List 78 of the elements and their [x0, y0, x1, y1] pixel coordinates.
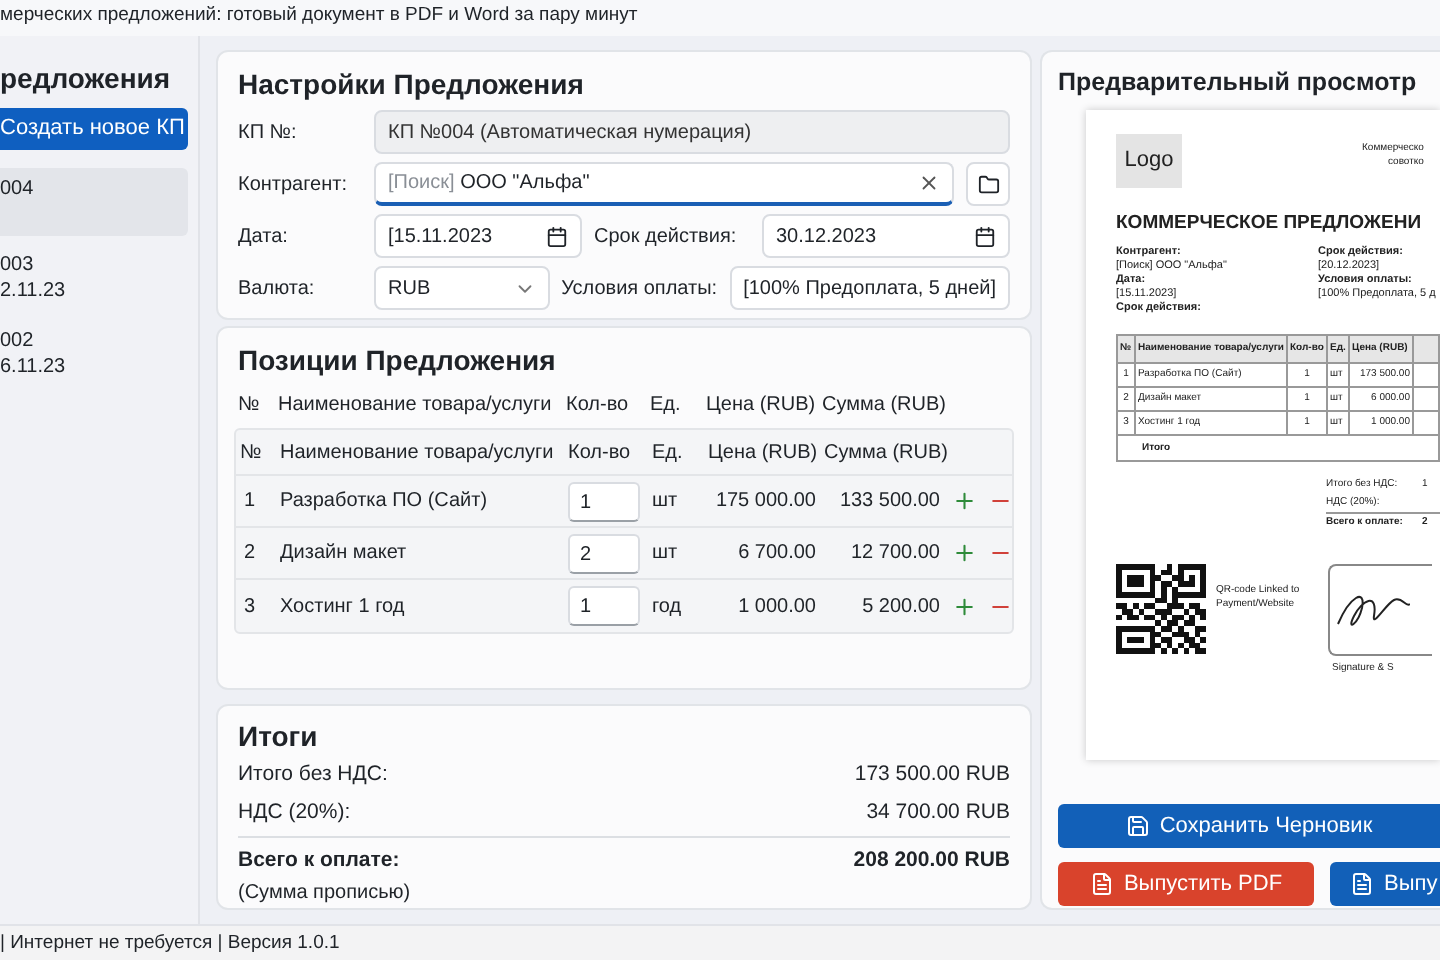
clear-icon[interactable]	[918, 172, 940, 194]
column-label: Ед.	[648, 391, 683, 419]
proposal-item[interactable]: 004	[0, 168, 188, 236]
table-cell-text: шт	[650, 540, 680, 568]
column-label: Кол-во	[564, 391, 631, 419]
table-cell-text: 175 000.00	[713, 488, 818, 516]
save-button[interactable]: Сохранить Черновик	[1058, 804, 1440, 848]
column-label: Цена (RUB)	[704, 391, 818, 419]
proposal-item[interactable]: 003 2.11.23	[0, 244, 188, 312]
field-label: Дата:	[238, 223, 290, 251]
table-cell-text: Разработка ПО (Сайт)	[278, 488, 490, 516]
section-title: Настройки Предложения	[238, 68, 586, 100]
total-value: 208 200.00 RUB	[853, 846, 1010, 876]
totals-label: Итого без НДС:	[238, 759, 388, 790]
status-bar: | Интернет не требуется | Версия 1.0.1	[0, 924, 1440, 960]
document-icon	[1089, 872, 1114, 896]
logo-text: Logo	[1124, 150, 1174, 172]
column-label: №	[236, 391, 262, 419]
calendar-icon[interactable]	[546, 225, 568, 247]
quantity-field[interactable]: 1	[568, 586, 640, 626]
title-bar: мерческих предложений: готовый документ в PDF и Word за пару минут	[0, 0, 1440, 36]
table-cell-text: год	[650, 593, 684, 621]
totals-value: 34 700.00 RUB	[866, 797, 1010, 828]
table-cell-text: 12 700.00	[849, 540, 942, 568]
date-field[interactable]: [15.11.2023	[374, 214, 582, 258]
table-cell-text: 5 200.00	[860, 593, 942, 621]
field-label: Контрагент:	[238, 171, 349, 199]
column-header: Сумма (RUB)	[822, 439, 944, 467]
column-header: Кол-во	[566, 439, 633, 467]
quantity-field[interactable]: 1	[568, 481, 640, 521]
sidebar-title: редложения	[0, 62, 173, 94]
folder-icon	[977, 173, 999, 195]
quantity-field[interactable]: 2	[568, 533, 640, 573]
field-value: [Поиск] ООО "Альфа"	[388, 170, 592, 198]
table-cell-text: Дизайн макет	[278, 540, 409, 568]
table-cell-text: 2	[242, 540, 258, 568]
total-label: Всего к оплате:	[238, 846, 402, 876]
column-label: Сумма (RUB)	[820, 391, 942, 419]
column-header: №	[238, 439, 264, 467]
add-row-icon[interactable]	[952, 593, 977, 619]
folder-button[interactable]	[966, 162, 1010, 206]
column-header: Цена (RUB)	[706, 439, 820, 467]
pdf-button[interactable]: Выпустить PDF	[1058, 862, 1314, 906]
terms-field[interactable]: [100% Предоплата, 5 дней]	[729, 266, 1010, 310]
field-value: [15.11.2023	[388, 223, 495, 251]
table-cell-text: 1	[242, 488, 258, 516]
add-row-icon[interactable]	[952, 540, 977, 566]
amount-in-words: (Сумма прописью)	[238, 879, 411, 908]
section-title: Предварительный просмотр	[1058, 66, 1419, 98]
field-label: КП №:	[238, 119, 299, 147]
column-header: Наименование товара/услуги	[278, 439, 556, 467]
date-field[interactable]: 30.12.2023	[762, 214, 1010, 258]
table-cell-text: Хостинг 1 год	[278, 593, 407, 621]
table-cell-text: 3	[242, 593, 258, 621]
table-cell-text: 133 500.00	[837, 488, 942, 516]
totals-label: НДС (20%):	[238, 797, 351, 828]
counterparty-field[interactable]: [Поиск] ООО "Альфа"	[374, 162, 954, 206]
column-header: Ед.	[650, 439, 685, 467]
field-label: Валюта:	[238, 275, 317, 303]
currency-select[interactable]: RUB	[374, 266, 550, 310]
field-label: Условия оплаты:	[561, 275, 720, 303]
table-cell-text: шт	[650, 488, 680, 516]
add-row-icon[interactable]	[952, 488, 977, 514]
section-title: Позиции Предложения	[236, 344, 558, 376]
word-button[interactable]: Выпу	[1330, 862, 1440, 906]
field-label: Срок действия:	[594, 223, 739, 251]
calendar-icon[interactable]	[974, 225, 996, 247]
table-cell-text: 1 000.00	[736, 593, 818, 621]
column-label: Наименование товара/услуги	[276, 391, 554, 419]
proposal-item[interactable]: 002 6.11.23	[0, 320, 188, 388]
field-value: 30.12.2023	[776, 223, 879, 251]
totals-value: 173 500.00 RUB	[854, 759, 1010, 790]
section-title: Итоги	[238, 720, 320, 752]
table-cell-text: 6 700.00	[736, 540, 818, 568]
qr-code-icon	[1116, 564, 1206, 654]
create-button[interactable]: Создать новое КП	[0, 108, 188, 150]
document-icon	[1350, 872, 1374, 896]
document-title: КОММЕРЧЕСКОЕ ПРЕДЛОЖЕНИ	[1116, 212, 1424, 234]
